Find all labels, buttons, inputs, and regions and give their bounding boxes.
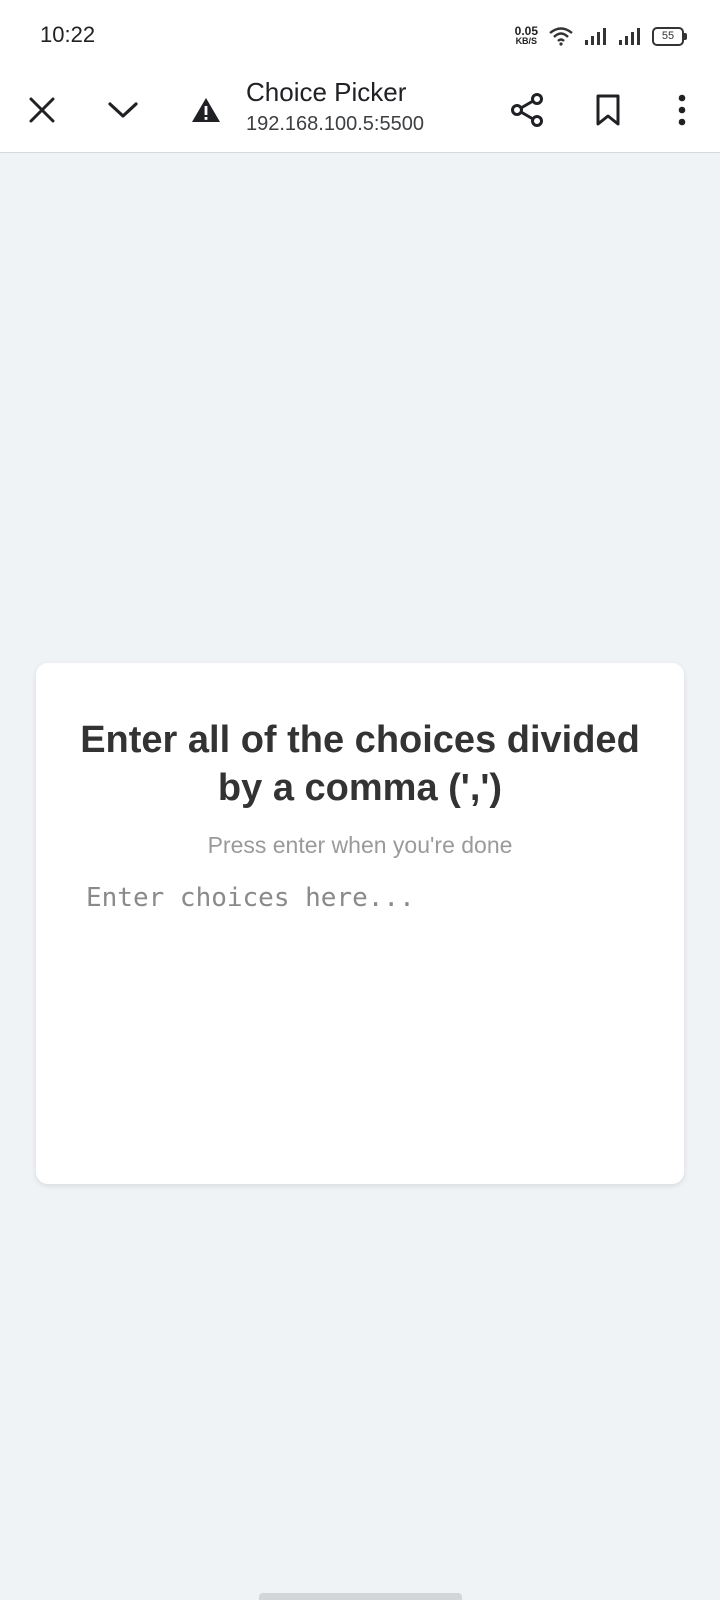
more-options-button[interactable] [654,82,710,138]
signal-icon [585,28,606,45]
network-speed-value: 0.05 [514,24,538,38]
chevron-down-icon [108,102,138,118]
share-button[interactable] [499,82,555,138]
status-icons: 0.05 KB/S 55 [514,22,687,50]
signal-icon [619,28,640,45]
site-info-button[interactable] [178,82,234,138]
card-heading: Enter all of the choices divided by a co… [80,719,640,809]
page-title-block[interactable]: Choice Picker 192.168.100.5:5500 [246,74,424,138]
browser-toolbar: Choice Picker 192.168.100.5:5500 [0,68,720,153]
bookmark-icon [596,94,620,126]
more-vert-icon [678,94,686,126]
close-button[interactable] [14,82,70,138]
status-time: 10:22 [40,22,96,47]
share-icon [511,93,543,127]
network-speed: 0.05 KB/S [514,24,538,46]
bookmark-button[interactable] [580,82,636,138]
page-url: 192.168.100.5:5500 [246,113,424,135]
card-hint: Press enter when you're done [207,832,513,858]
page-title: Choice Picker [246,77,407,107]
warning-icon [192,98,220,122]
battery-level: 55 [661,30,675,42]
status-bar: 10:22 0.05 KB/S 55 [0,0,720,68]
home-indicator[interactable] [259,1593,462,1600]
choices-card: Enter all of the choices divided by a co… [36,663,684,1184]
choices-input[interactable] [86,883,646,1133]
wifi-icon [549,27,573,46]
close-icon [29,97,55,123]
battery-icon: 55 [652,26,687,46]
minimize-button[interactable] [95,82,151,138]
network-speed-unit: KB/S [515,36,538,46]
